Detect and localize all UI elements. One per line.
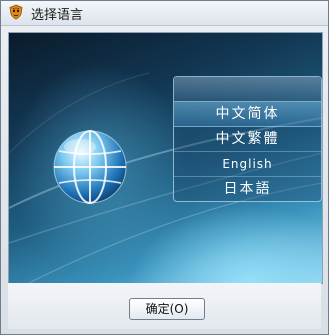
language-option-japanese[interactable]: 日本語: [174, 177, 321, 201]
window-title: 选择语言: [31, 8, 84, 23]
language-option-english[interactable]: English: [174, 152, 321, 177]
globe-icon: [53, 130, 127, 204]
ok-button[interactable]: 确定(O): [129, 298, 205, 320]
title-bar[interactable]: 选择语言: [1, 1, 328, 26]
content-area: 中文简体 中文繁體 English 日本語: [8, 32, 323, 284]
button-bar: 确定(O): [8, 283, 321, 329]
language-list: 中文简体 中文繁體 English 日本語: [174, 102, 321, 201]
tiger-shield-icon: [9, 4, 23, 20]
language-list-header: [174, 77, 321, 102]
language-option-traditional-chinese[interactable]: 中文繁體: [174, 127, 321, 152]
language-list-panel: 中文简体 中文繁體 English 日本語: [173, 76, 322, 202]
language-dialog: 选择语言 中文简体 中文繁體 English 日本語 确定(O): [0, 0, 329, 335]
language-option-simplified-chinese[interactable]: 中文简体: [174, 102, 321, 127]
